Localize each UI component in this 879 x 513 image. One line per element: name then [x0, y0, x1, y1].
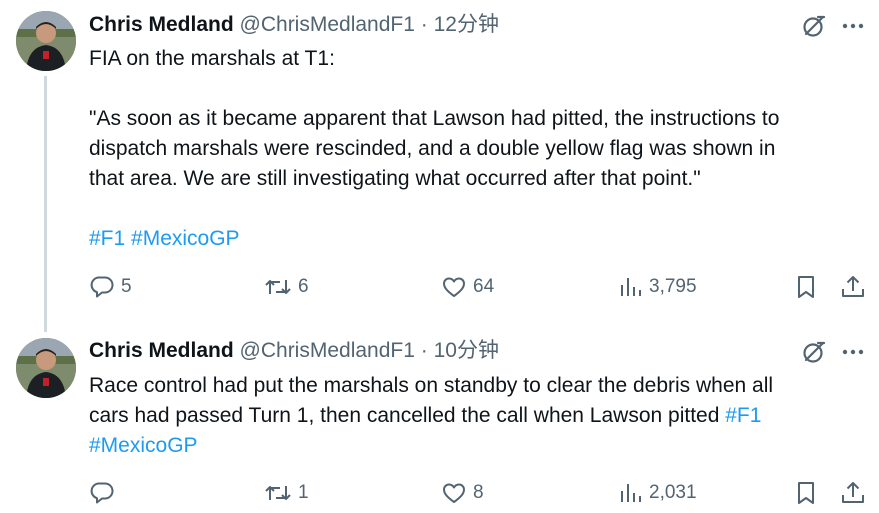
hashtag-line: #F1 #MexicoGP [89, 224, 865, 254]
hashtag-link[interactable]: #F1 [725, 404, 761, 427]
retweet-button[interactable]: 6 [264, 272, 309, 302]
author-handle[interactable]: @ChrisMedlandF1 [240, 13, 415, 36]
more-icon[interactable] [841, 340, 865, 364]
bookmark-button[interactable] [794, 478, 818, 508]
tweet-header: Chris Medland @ChrisMedlandF1 · 12分钟 [89, 11, 499, 39]
tweet-header: Chris Medland @ChrisMedlandF1 · 10分钟 [89, 337, 499, 365]
author-name[interactable]: Chris Medland [89, 339, 234, 362]
views-button[interactable]: 3,795 [619, 272, 697, 302]
action-bar: 5 6 64 3,795 [89, 272, 865, 302]
grok-icon[interactable] [801, 339, 827, 365]
tweet-line: that area. We are still investigating wh… [89, 167, 701, 190]
hashtag-link[interactable]: #MexicoGP [131, 227, 240, 250]
avatar-image [16, 11, 76, 71]
tweet[interactable]: Chris Medland @ChrisMedlandF1 · 12分钟 FIA… [0, 0, 879, 332]
tweet-text: FIA on the marshals at T1: "As soon as i… [89, 44, 865, 254]
hashtag-line: #MexicoGP [89, 431, 865, 461]
tweet-line: dispatch marshals were rescinded, and a … [89, 137, 776, 160]
retweet-icon [264, 274, 292, 300]
timestamp[interactable]: 10分钟 [434, 339, 499, 362]
tweet-text: Race control had put the marshals on sta… [89, 371, 865, 461]
tweet-top-icons [801, 12, 865, 40]
share-button[interactable] [840, 272, 866, 302]
tweet-line: cars had passed Turn 1, then cancelled t… [89, 401, 865, 431]
avatar-image [16, 338, 76, 398]
separator: · [420, 13, 428, 36]
action-bar: 1 8 2,031 [89, 478, 865, 508]
reply-icon [89, 274, 115, 300]
views-button[interactable]: 2,031 [619, 478, 697, 508]
bookmark-icon [794, 274, 818, 300]
tweet-line: "As soon as it became apparent that Laws… [89, 107, 780, 130]
views-count: 3,795 [649, 276, 697, 297]
like-button[interactable]: 64 [441, 272, 494, 302]
reply-icon [89, 480, 115, 506]
timestamp[interactable]: 12分钟 [434, 13, 499, 36]
more-icon[interactable] [841, 14, 865, 38]
avatar[interactable] [16, 11, 76, 71]
retweet-button[interactable]: 1 [264, 478, 309, 508]
views-icon [619, 275, 643, 299]
author-handle[interactable]: @ChrisMedlandF1 [240, 339, 415, 362]
like-count: 8 [473, 482, 484, 503]
share-icon [840, 480, 866, 506]
views-count: 2,031 [649, 482, 697, 503]
thread-line [44, 76, 47, 332]
bookmark-icon [794, 480, 818, 506]
author-name[interactable]: Chris Medland [89, 13, 234, 36]
retweet-count: 6 [298, 276, 309, 297]
tweet-line-text: cars had passed Turn 1, then cancelled t… [89, 404, 726, 427]
tweet[interactable]: Chris Medland @ChrisMedlandF1 · 10分钟 Rac… [0, 320, 879, 513]
reply-button[interactable] [89, 478, 121, 508]
tweet-line: FIA on the marshals at T1: [89, 47, 335, 70]
grok-icon[interactable] [801, 13, 827, 39]
bookmark-button[interactable] [794, 272, 818, 302]
heart-icon [441, 274, 467, 300]
retweet-icon [264, 480, 292, 506]
retweet-count: 1 [298, 482, 309, 503]
hashtag-link[interactable]: #F1 [89, 227, 125, 250]
like-count: 64 [473, 276, 495, 297]
reply-count: 5 [121, 276, 132, 297]
share-button[interactable] [840, 478, 866, 508]
hashtag-link[interactable]: #MexicoGP [89, 434, 198, 457]
views-icon [619, 481, 643, 505]
heart-icon [441, 480, 467, 506]
tweet-top-icons [801, 338, 865, 366]
share-icon [840, 274, 866, 300]
avatar[interactable] [16, 338, 76, 398]
like-button[interactable]: 8 [441, 478, 484, 508]
tweet-line: Race control had put the marshals on sta… [89, 374, 774, 397]
reply-button[interactable]: 5 [89, 272, 132, 302]
separator: · [420, 339, 428, 362]
